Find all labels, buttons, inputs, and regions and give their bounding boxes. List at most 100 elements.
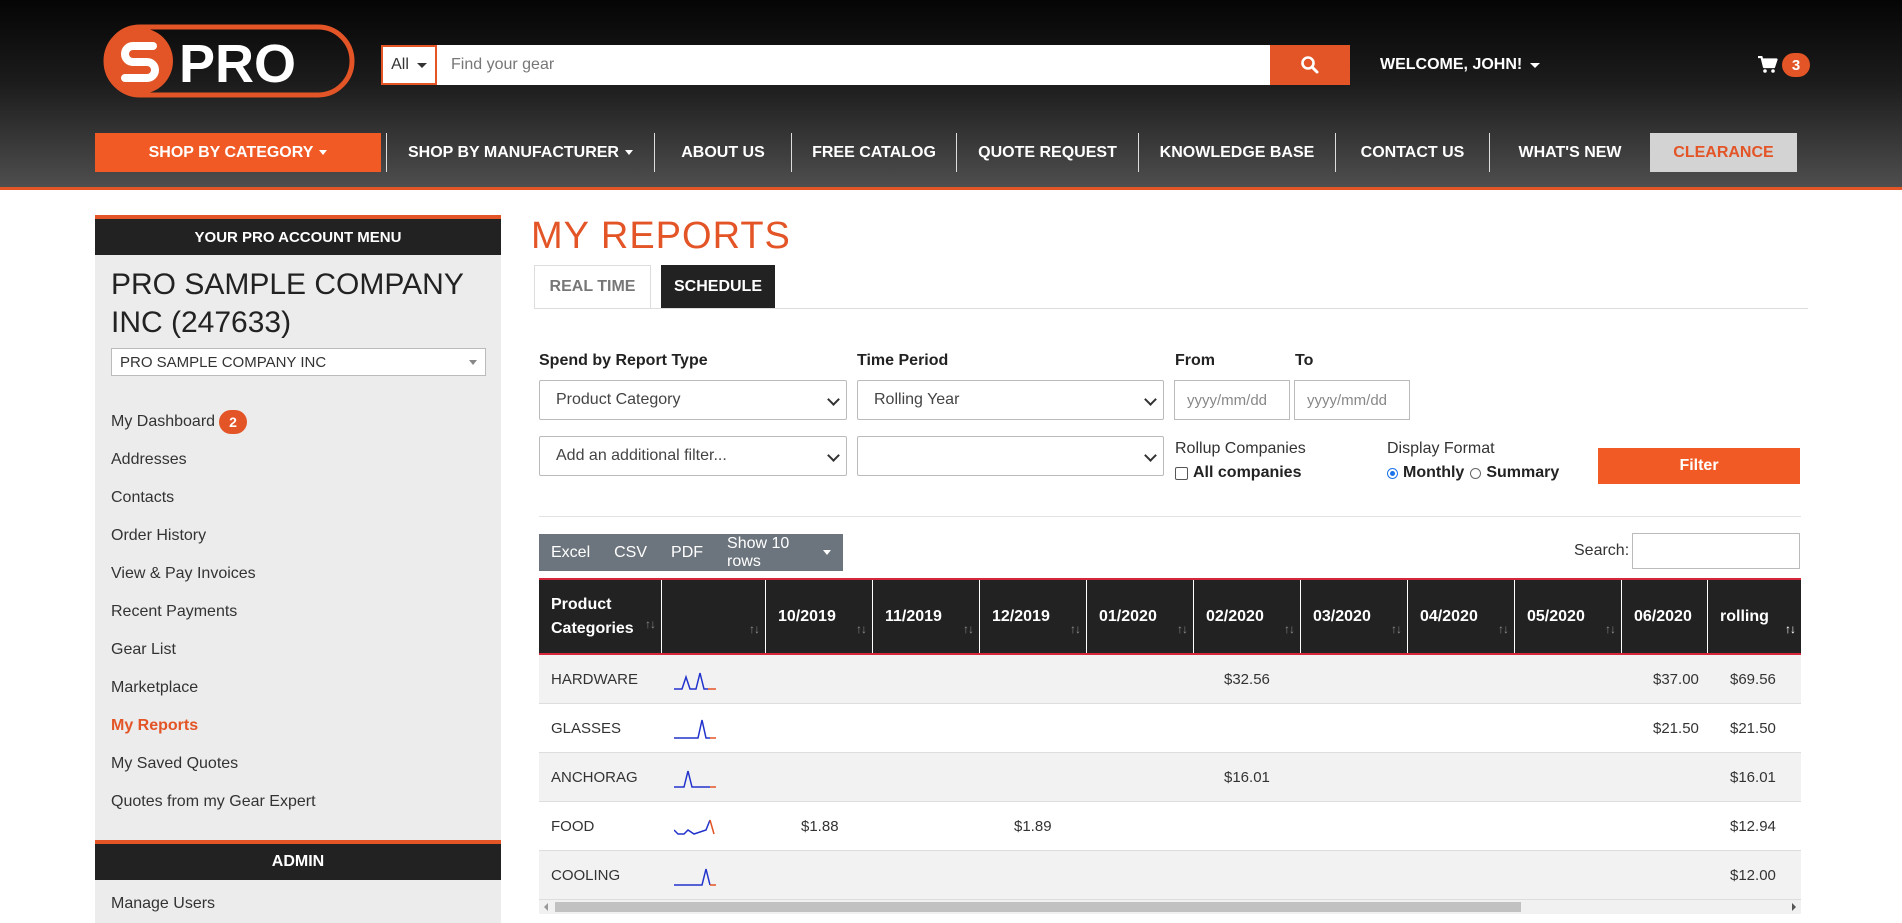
cell-06-2020: $21.50 [1653,719,1699,737]
show-rows-label: Show 10 rows [727,534,790,570]
cart-button[interactable]: 3 [1758,53,1810,77]
col-header-trend[interactable]: ↑↓ [662,580,766,653]
export-label: CSV [614,543,648,561]
dashboard-badge: 2 [219,410,248,434]
sidebar-item-dashboard[interactable]: My Dashboard 2 [111,403,316,441]
tab-real-time[interactable]: REAL TIME [534,265,651,308]
cart-count-badge: 3 [1782,53,1810,77]
col-header-02-2020[interactable]: 02/2020 ↑↓ [1194,580,1301,653]
from-date-input[interactable]: yyyy/mm/dd [1174,380,1290,420]
nav-whats-new[interactable]: WHAT'S NEW [1490,133,1650,172]
sidebar-item-gear-list[interactable]: Gear List [111,631,316,669]
table-row: FOOD $1.88 $1.89 $12.94 [539,802,1801,851]
time-period-select[interactable]: Rolling Year [857,380,1164,420]
rollup-label: Rollup Companies [1175,440,1306,457]
sidebar-title: YOUR PRO ACCOUNT MENU [95,215,501,255]
sidebar-item-label: Gear List [111,641,176,658]
nav-knowledge-base[interactable]: KNOWLEDGE BASE [1139,133,1336,172]
scroll-right-arrow-icon[interactable] [1792,903,1796,911]
col-header-12-2019[interactable]: 12/2019 ↑↓ [980,580,1087,653]
report-tabs: REAL TIME SCHEDULE [534,265,1808,309]
scroll-thumb[interactable] [555,902,1521,912]
nav-about-us[interactable]: ABOUT US [655,133,792,172]
display-format-options: Monthly Summary [1387,464,1559,482]
sparkline-icon [674,719,716,739]
additional-filter-value-select[interactable] [857,436,1164,476]
cell-rolling: $21.50 [1730,719,1776,737]
cell-category: ANCHORAG [551,768,638,786]
col-header-label: 06/2020 [1634,607,1692,625]
col-header-05-2020[interactable]: 05/2020 ↑↓ [1515,580,1622,653]
account-menu[interactable]: WELCOME, JOHN! [1380,56,1541,74]
sidebar-item-my-reports[interactable]: My Reports [111,707,316,745]
col-header-rolling[interactable]: rolling ↑↓ [1708,580,1801,653]
chevron-down-icon [1144,393,1157,406]
export-pdf-button[interactable]: PDF [659,534,715,571]
nav-label: KNOWLEDGE BASE [1159,143,1315,161]
filter-button[interactable]: Filter [1598,448,1800,484]
table-row: HARDWARE $32.56 $37.00 $69.56 [539,655,1801,704]
welcome-label: WELCOME, JOHN! [1380,56,1523,73]
monthly-radio[interactable] [1387,467,1398,479]
nav-shop-by-category[interactable]: SHOP BY CATEGORY [95,133,381,172]
export-csv-button[interactable]: CSV [602,534,659,571]
sidebar-item-marketplace[interactable]: Marketplace [111,669,316,707]
sidebar-item-expert-quotes[interactable]: Quotes from my Gear Expert [111,783,316,821]
to-label: To [1295,352,1314,369]
sidebar-item-order-history[interactable]: Order History [111,517,316,555]
cell-category: HARDWARE [551,670,638,688]
export-toolbar: Excel CSV PDF Show 10 rows [539,534,843,571]
sparkline-icon [674,868,716,886]
export-excel-button[interactable]: Excel [539,534,602,571]
table-search-input[interactable] [1632,533,1800,569]
table-horizontal-scrollbar[interactable] [539,900,1801,914]
nav-free-catalog[interactable]: FREE CATALOG [792,133,957,172]
all-companies-option[interactable]: All companies [1175,464,1301,482]
search-bar: All [381,45,1350,85]
search-category-dropdown[interactable]: All [381,45,437,85]
cell-rolling: $12.94 [1730,817,1776,835]
col-header-03-2020[interactable]: 03/2020 ↑↓ [1301,580,1408,653]
date-placeholder: yyyy/mm/dd [1307,391,1388,409]
sidebar-item-saved-quotes[interactable]: My Saved Quotes [111,745,316,783]
cell-10-2019: $1.88 [801,817,839,835]
company-select[interactable]: PRO SAMPLE COMPANY INC [111,348,486,376]
sparkline-icon [674,819,715,835]
sidebar-item-label: Order History [111,527,207,544]
nav-quote-request[interactable]: QUOTE REQUEST [957,133,1139,172]
report-type-label: Spend by Report Type [539,352,708,369]
sidebar-item-invoices[interactable]: View & Pay Invoices [111,555,316,593]
cart-icon [1758,56,1778,73]
col-header-label: 04/2020 [1420,607,1478,625]
search-button[interactable] [1270,45,1350,85]
col-header-10-2019[interactable]: 10/2019 ↑↓ [766,580,873,653]
sidebar-item-manage-users[interactable]: Manage Users [111,895,215,913]
sidebar-item-label: Contacts [111,489,175,506]
col-header-04-2020[interactable]: 04/2020 ↑↓ [1408,580,1515,653]
sidebar-item-recent-payments[interactable]: Recent Payments [111,593,316,631]
nav-clearance[interactable]: CLEARANCE [1650,133,1797,172]
summary-radio[interactable] [1470,467,1482,479]
sparkline [674,704,716,752]
sparkline [674,655,716,703]
nav-label: SHOP BY CATEGORY [148,143,314,161]
col-header-product-categories[interactable]: Product Categories ↑↓ [539,580,662,653]
to-date-input[interactable]: yyyy/mm/dd [1294,380,1410,420]
nav-contact-us[interactable]: CONTACT US [1336,133,1490,172]
col-header-06-2020[interactable]: 06/2020 [1622,580,1708,653]
scroll-left-arrow-icon[interactable] [544,903,548,911]
col-header-01-2020[interactable]: 01/2020 ↑↓ [1087,580,1194,653]
show-rows-dropdown[interactable]: Show 10 rows [715,534,843,571]
sidebar-item-label: Recent Payments [111,603,238,620]
sidebar-item-contacts[interactable]: Contacts [111,479,316,517]
all-companies-checkbox[interactable] [1175,466,1188,480]
col-header-11-2019[interactable]: 11/2019 ↑↓ [873,580,980,653]
nav-shop-by-manufacturer[interactable]: SHOP BY MANUFACTURER [386,133,655,172]
report-type-select[interactable]: Product Category [539,380,847,420]
time-period-value: Rolling Year [874,391,960,408]
search-input[interactable] [437,45,1270,85]
sidebar-item-addresses[interactable]: Addresses [111,441,316,479]
tab-schedule[interactable]: SCHEDULE [661,265,775,308]
additional-filter-select[interactable]: Add an additional filter... [539,436,847,476]
pro-logo[interactable]: PRO [103,24,355,98]
